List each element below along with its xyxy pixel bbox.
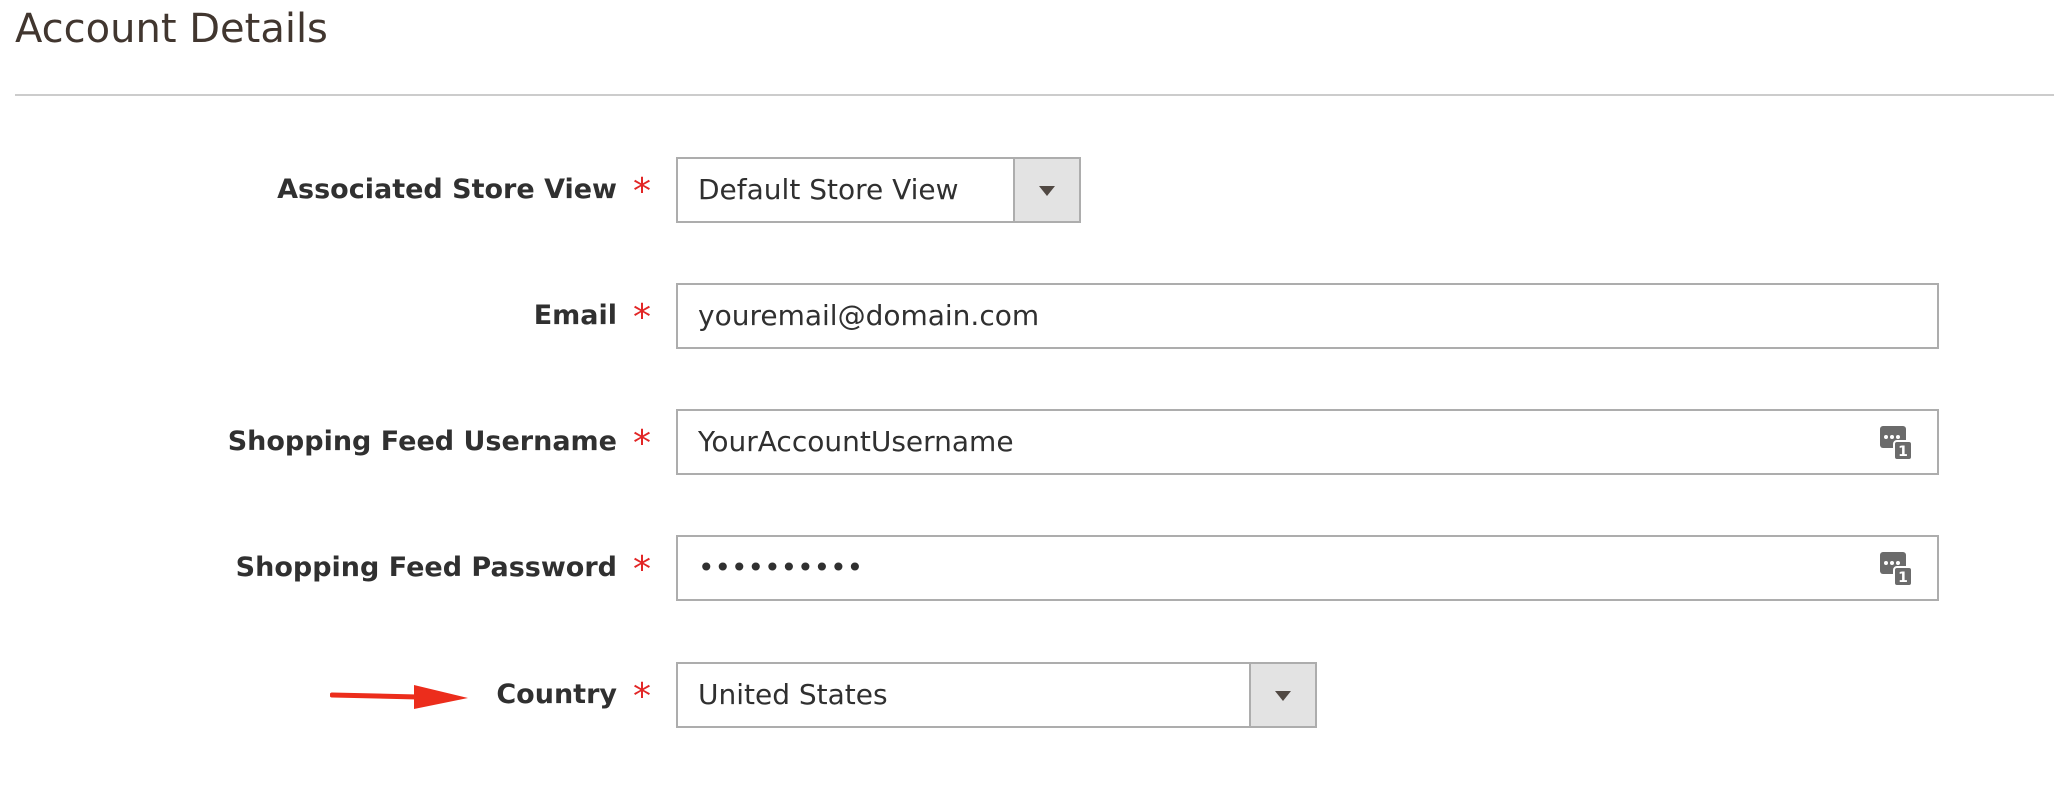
required-indicator: * [633, 171, 651, 212]
field-row-email: Email * youremail@domain.com [0, 283, 2054, 349]
store-view-select[interactable]: Default Store View [676, 157, 1081, 223]
svg-text:1: 1 [1898, 444, 1908, 460]
chevron-down-icon [1039, 186, 1055, 196]
store-view-select-toggle[interactable] [1013, 159, 1079, 221]
svg-text:1: 1 [1898, 570, 1908, 586]
field-row-username: Shopping Feed Username * YourAccountUser… [0, 409, 2054, 475]
chevron-down-icon [1275, 691, 1291, 701]
field-row-store-view: Associated Store View * Default Store Vi… [0, 157, 2054, 223]
section-title: Account Details [15, 6, 328, 52]
username-label: Shopping Feed Username [227, 426, 617, 457]
username-value: YourAccountUsername [698, 425, 1014, 458]
field-row-country: Country * United States [0, 662, 2054, 728]
country-label: Country [496, 679, 617, 710]
country-select-toggle[interactable] [1249, 664, 1315, 726]
red-arrow-icon [330, 685, 468, 709]
email-label: Email [533, 300, 617, 331]
required-indicator: * [633, 423, 651, 464]
country-select[interactable]: United States [676, 662, 1317, 728]
store-view-label: Associated Store View [277, 174, 617, 205]
username-field[interactable]: YourAccountUsername 1 [676, 409, 1939, 475]
country-selected-value: United States [698, 678, 888, 711]
password-field[interactable]: •••••••••• 1 [676, 535, 1939, 601]
required-indicator: * [633, 676, 651, 717]
required-indicator: * [633, 297, 651, 338]
password-manager-icon[interactable]: 1 [1879, 425, 1913, 461]
email-field[interactable]: youremail@domain.com [676, 283, 1939, 349]
password-manager-icon[interactable]: 1 [1879, 551, 1913, 587]
required-indicator: * [633, 549, 651, 590]
field-row-password: Shopping Feed Password * •••••••••• 1 [0, 535, 2054, 601]
password-label: Shopping Feed Password [235, 552, 617, 583]
section-divider [15, 94, 2054, 96]
password-value: •••••••••• [698, 551, 864, 584]
store-view-selected-value: Default Store View [698, 173, 959, 206]
